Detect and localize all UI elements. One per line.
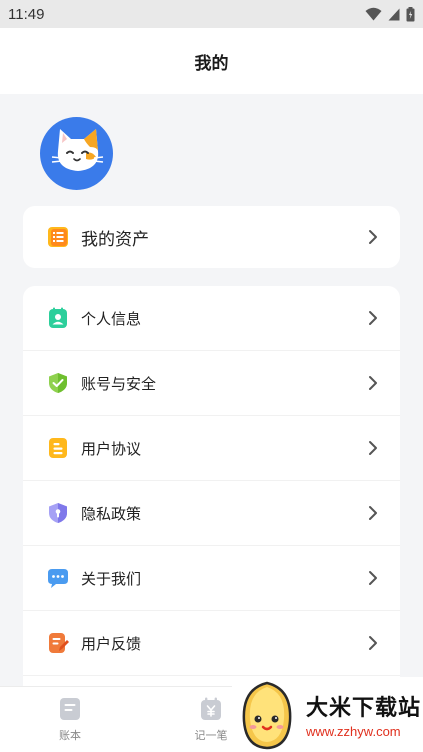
menu-item-label: 用户协议 (81, 439, 142, 458)
avatar[interactable] (40, 117, 113, 190)
chevron-right-icon (369, 636, 377, 650)
page-title: 我的 (194, 53, 229, 74)
my-assets-row[interactable]: 我的资产 (23, 206, 400, 268)
document-icon (47, 437, 69, 459)
chat-bubble-icon (47, 567, 69, 589)
watermark-logo: 大米下载站 www.zzhyw.com (232, 677, 423, 752)
chevron-right-icon (369, 441, 377, 455)
menu-item-account-security[interactable]: 账号与安全 (23, 351, 400, 416)
tab-label: 账本 (59, 729, 81, 742)
menu-item-label: 用户反馈 (81, 634, 142, 653)
rice-mascot-icon (242, 681, 292, 749)
menu-item-label: 隐私政策 (81, 504, 142, 523)
menu-item-privacy-policy[interactable]: 隐私政策 (23, 481, 400, 546)
shield-check-icon (47, 372, 69, 394)
menu-item-personal-info[interactable]: 个人信息 (23, 286, 400, 351)
wifi-icon (365, 7, 382, 21)
tab-ledger[interactable]: 账本 (35, 697, 105, 743)
chevron-right-icon (369, 311, 377, 325)
my-assets-label: 我的资产 (81, 229, 149, 250)
watermark-url: www.zzhyw.com (306, 724, 401, 739)
menu-item-label: 关于我们 (81, 569, 142, 588)
chevron-right-icon (369, 571, 377, 585)
system-icons (365, 6, 415, 22)
chevron-right-icon (369, 230, 377, 244)
menu-item-about-us[interactable]: 关于我们 (23, 546, 400, 611)
cellular-icon (388, 8, 400, 20)
nav-bar: 我的 (0, 28, 423, 94)
chevron-right-icon (369, 506, 377, 520)
calendar-yen-icon (201, 697, 221, 720)
privacy-shield-icon (47, 502, 69, 524)
menu-item-user-agreement[interactable]: 用户协议 (23, 416, 400, 481)
tab-label: 记一笔 (194, 729, 228, 742)
person-card-icon (47, 307, 69, 329)
list-icon (47, 226, 69, 248)
ledger-icon (60, 698, 80, 720)
settings-menu: 个人信息 账号与安全 用户协议 隐私政策 关于我们 用户反馈 (23, 286, 400, 706)
menu-item-label: 个人信息 (81, 309, 142, 328)
menu-item-label: 账号与安全 (81, 374, 157, 393)
battery-icon (406, 6, 415, 21)
menu-item-feedback[interactable]: 用户反馈 (23, 611, 400, 676)
watermark-title: 大米下载站 (306, 696, 422, 721)
status-bar: 11:49 (0, 0, 423, 28)
status-time: 11:49 (8, 5, 45, 23)
feedback-edit-icon (47, 632, 69, 654)
cat-avatar-icon (51, 129, 104, 171)
chevron-right-icon (369, 376, 377, 390)
